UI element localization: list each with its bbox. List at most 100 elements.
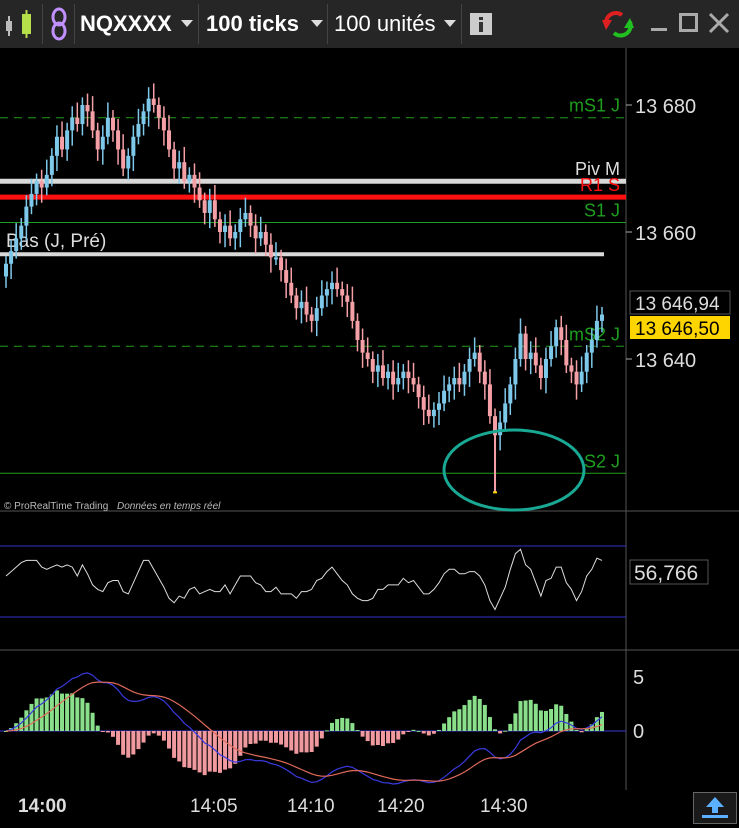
chart-area[interactable]: 13 68013 66013 640mS1 JPiv MR1 SS1 JBas … bbox=[0, 48, 739, 790]
macd-histogram-bar bbox=[279, 731, 284, 745]
chevron-down-icon[interactable] bbox=[181, 20, 193, 27]
macd-histogram-bar bbox=[121, 731, 126, 755]
chevron-down-icon[interactable] bbox=[444, 20, 456, 27]
candle-body bbox=[487, 384, 492, 417]
macd-histogram-bar bbox=[467, 699, 472, 731]
candle-body bbox=[151, 98, 156, 105]
macd-histogram-bar bbox=[223, 731, 228, 770]
macd-histogram-bar bbox=[319, 731, 324, 739]
candle-body bbox=[4, 263, 8, 277]
candle-body bbox=[594, 320, 599, 340]
macd-histogram-bar bbox=[493, 729, 498, 731]
macd-histogram-bar bbox=[253, 731, 258, 744]
macd-histogram-bar bbox=[574, 729, 579, 731]
macd-histogram-bar bbox=[202, 731, 207, 776]
macd-histogram-bar bbox=[284, 731, 289, 748]
maximize-icon[interactable] bbox=[679, 13, 699, 33]
candle-body bbox=[600, 314, 604, 321]
candle-body bbox=[294, 295, 299, 309]
time-tick-label: 14:20 bbox=[377, 796, 425, 817]
candle-body bbox=[360, 339, 365, 353]
candle-body bbox=[452, 378, 457, 385]
level-label: mS2 J bbox=[569, 324, 620, 344]
candle-body bbox=[243, 212, 248, 220]
candle-body bbox=[528, 352, 533, 359]
candle-body bbox=[391, 371, 396, 385]
interval-selector[interactable]: 100 ticks bbox=[206, 11, 299, 37]
macd-histogram-bar bbox=[335, 719, 340, 731]
macd-histogram-bar bbox=[477, 698, 482, 731]
candle-body bbox=[518, 333, 523, 359]
candle-body bbox=[80, 105, 85, 125]
link-icon[interactable] bbox=[48, 6, 70, 42]
macd-histogram-bar bbox=[330, 722, 335, 731]
candle-body bbox=[24, 206, 29, 226]
candle-body bbox=[508, 384, 513, 404]
macd-histogram-bar bbox=[34, 698, 39, 731]
candle-body bbox=[110, 117, 115, 131]
candlestick-chart-icon[interactable] bbox=[2, 8, 38, 40]
candle-body bbox=[182, 162, 187, 182]
candle-body bbox=[431, 409, 436, 417]
info-icon[interactable] bbox=[470, 13, 492, 35]
units-selector[interactable]: 100 unités bbox=[334, 11, 436, 37]
macd-histogram-bar bbox=[228, 731, 233, 769]
chevron-down-icon[interactable] bbox=[311, 20, 323, 27]
candle-body bbox=[44, 174, 49, 188]
toolbar: NQXXXX 100 ticks 100 unités bbox=[0, 0, 739, 49]
price-tick-label: 13 640 bbox=[635, 350, 696, 372]
candle-body bbox=[49, 155, 54, 175]
candle-body bbox=[95, 130, 100, 150]
macd-histogram-bar bbox=[294, 731, 299, 754]
macd-histogram-bar bbox=[126, 731, 131, 758]
candle-body bbox=[589, 339, 594, 353]
candle-body bbox=[207, 200, 212, 213]
candle-body bbox=[136, 124, 141, 137]
macd-histogram-bar bbox=[386, 731, 391, 744]
macd-histogram-bar bbox=[324, 730, 329, 732]
candle-body bbox=[416, 384, 421, 398]
candle-body bbox=[268, 244, 273, 258]
macd-histogram-bar bbox=[207, 731, 212, 772]
candle-body bbox=[436, 403, 441, 410]
macd-histogram-bar bbox=[538, 710, 543, 731]
macd-histogram-bar bbox=[396, 731, 401, 740]
scroll-up-button[interactable] bbox=[693, 792, 737, 824]
macd-histogram-bar bbox=[187, 731, 192, 768]
macd-histogram-bar bbox=[487, 717, 492, 731]
close-icon[interactable] bbox=[708, 12, 730, 34]
candle-body bbox=[54, 136, 59, 156]
macd-histogram-bar bbox=[436, 729, 441, 731]
candle-body bbox=[75, 117, 80, 125]
macd-histogram-bar bbox=[243, 731, 248, 748]
macd-histogram-bar bbox=[258, 731, 263, 741]
candle-body bbox=[146, 98, 151, 112]
candle-body bbox=[569, 365, 574, 372]
level-label: mS1 J bbox=[569, 96, 620, 116]
instrument-selector[interactable]: NQXXXX bbox=[80, 11, 172, 37]
minimize-icon[interactable] bbox=[651, 14, 669, 34]
candle-body bbox=[579, 371, 584, 385]
candle-body bbox=[161, 117, 166, 131]
macd-histogram-bar bbox=[355, 730, 360, 732]
macd-histogram-bar bbox=[131, 731, 136, 755]
candle-body bbox=[380, 365, 385, 379]
macd-histogram-bar bbox=[584, 729, 589, 731]
level-label: R1 S bbox=[580, 175, 620, 195]
candle-body bbox=[279, 257, 284, 271]
macd-histogram-bar bbox=[421, 731, 426, 734]
price-tick-label: 13 680 bbox=[635, 96, 696, 118]
candle-body bbox=[131, 136, 136, 156]
macd-histogram-bar bbox=[523, 700, 528, 731]
macd-histogram-bar bbox=[100, 731, 105, 732]
refresh-icon[interactable] bbox=[600, 8, 636, 40]
candle-body bbox=[212, 200, 217, 220]
candle-body bbox=[258, 232, 263, 239]
macd-histogram-bar bbox=[263, 731, 268, 741]
time-tick-label: 14:05 bbox=[190, 796, 238, 817]
candle-body bbox=[177, 162, 182, 169]
macd-histogram-bar bbox=[508, 723, 513, 731]
candle-body bbox=[228, 225, 233, 239]
upload-arrow-icon bbox=[702, 797, 728, 818]
candle-body bbox=[192, 174, 197, 188]
